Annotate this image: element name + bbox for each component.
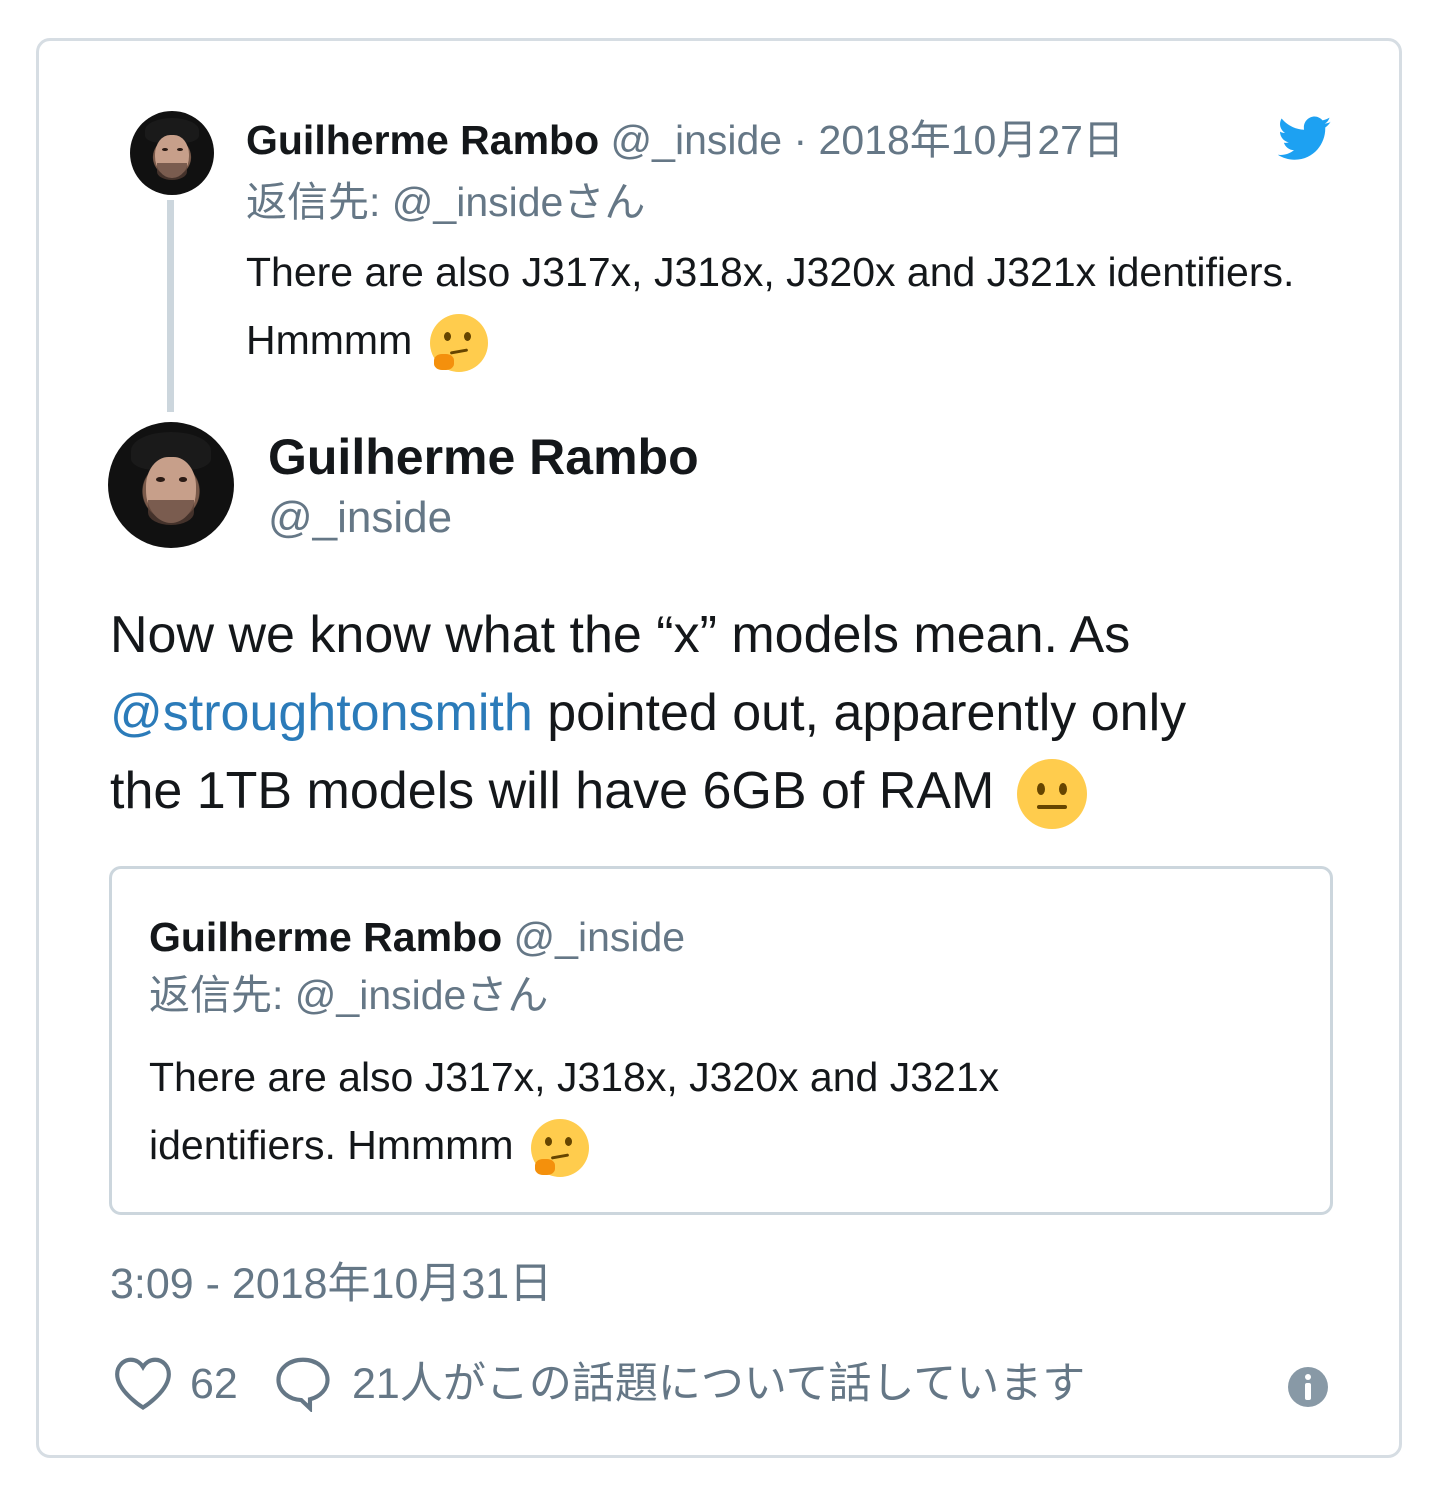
reply-button[interactable] <box>272 1354 334 1414</box>
main-author-name[interactable]: Guilherme Rambo <box>268 426 699 488</box>
neutral-face-icon <box>1016 759 1087 830</box>
main-author-handle[interactable]: @_inside <box>268 490 452 546</box>
parent-header: Guilherme Rambo @_inside · 2018年10月27日 <box>246 112 1124 168</box>
like-button[interactable] <box>112 1354 174 1412</box>
parent-text: There are also J317x, J318x, J320x and J… <box>246 249 1295 363</box>
parent-date[interactable]: 2018年10月27日 <box>819 117 1124 163</box>
heart-icon <box>115 1357 171 1410</box>
main-text-line-3: the 1TB models will have 6GB of RAM <box>110 752 1340 830</box>
parent-tweet-text: There are also J317x, J318x, J320x and J… <box>246 238 1306 374</box>
quoted-author-name: Guilherme Rambo <box>149 914 503 960</box>
parent-reply-to[interactable]: 返信先: @_insideさん <box>246 174 645 230</box>
main-text-3: the 1TB models will have 6GB of RAM <box>110 762 995 820</box>
parent-avatar[interactable] <box>130 111 214 195</box>
quoted-tweet-text: There are also J317x, J318x, J320x and J… <box>149 1043 1189 1179</box>
main-tweet-text: Now we know what the “x” models mean. As… <box>110 596 1340 830</box>
parent-author-handle[interactable]: @_inside <box>611 117 783 163</box>
tweet-timestamp[interactable]: 3:09 - 2018年10月31日 <box>110 1256 552 1312</box>
conversation-text[interactable]: 21人がこの話題について話しています <box>352 1356 1085 1412</box>
thinking-face-icon <box>429 314 488 373</box>
quoted-tweet[interactable]: Guilherme Rambo @_inside 返信先: @_insideさん… <box>109 866 1333 1215</box>
main-text-2: pointed out, apparently only <box>532 684 1187 742</box>
quoted-author-handle: @_inside <box>513 914 686 960</box>
mention-link[interactable]: @stroughtonsmith <box>110 684 533 742</box>
quoted-header: Guilherme Rambo @_inside <box>149 909 685 965</box>
parent-separator: · <box>782 117 819 163</box>
thinking-face-icon <box>530 1119 589 1178</box>
twitter-bird-icon[interactable] <box>1277 116 1332 162</box>
main-avatar[interactable] <box>108 422 234 548</box>
like-count[interactable]: 62 <box>190 1356 238 1412</box>
info-icon[interactable] <box>1288 1367 1328 1407</box>
speech-bubble-icon <box>276 1357 330 1414</box>
main-text-line-1: Now we know what the “x” models mean. As <box>110 606 1131 664</box>
parent-author-name[interactable]: Guilherme Rambo <box>246 117 599 163</box>
thread-connector <box>167 200 174 412</box>
main-text-line-2: @stroughtonsmith pointed out, apparently… <box>110 674 1340 752</box>
quoted-reply-to: 返信先: @_insideさん <box>149 972 549 1018</box>
